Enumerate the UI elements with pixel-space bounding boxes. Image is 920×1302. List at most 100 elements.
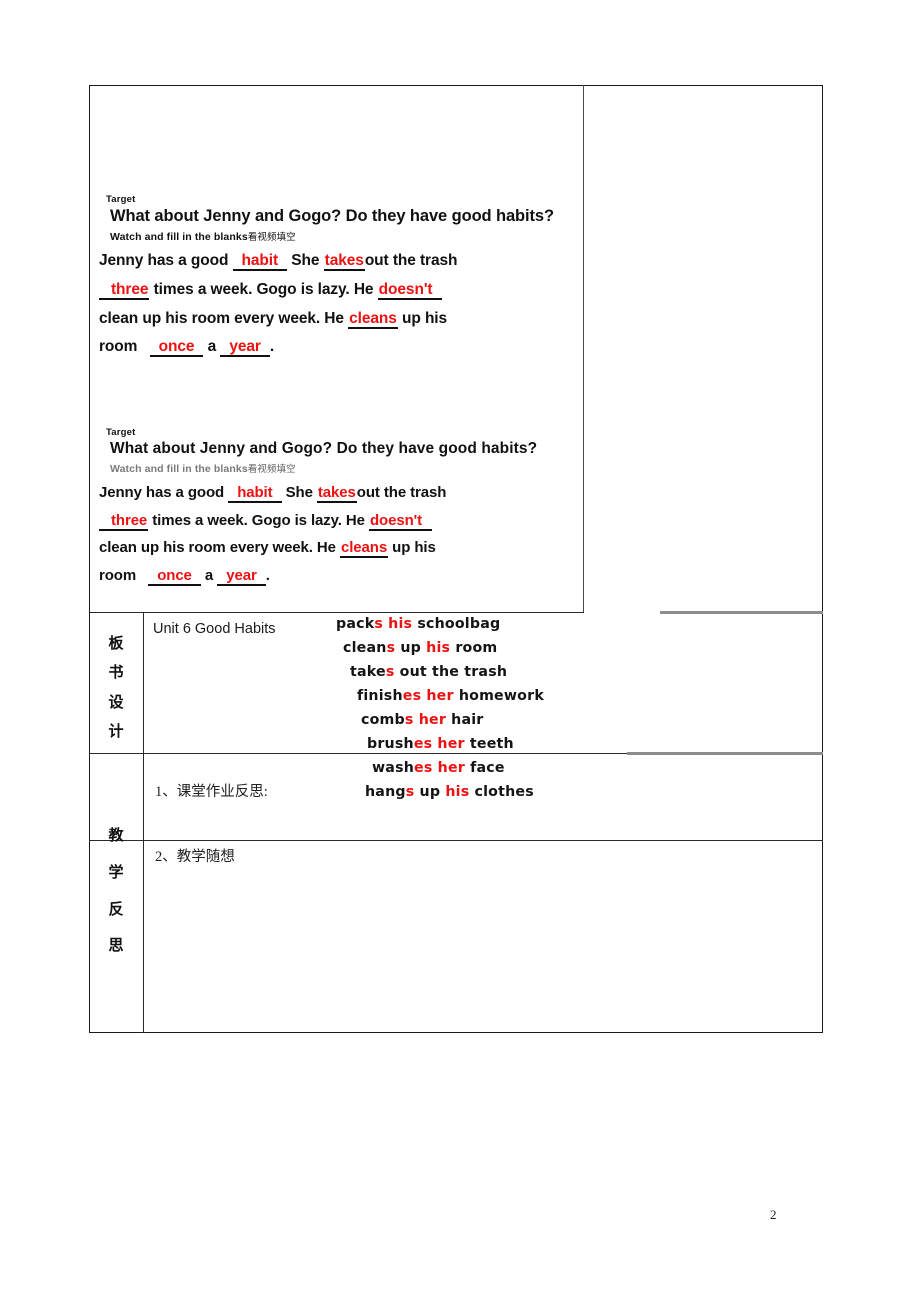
slide-block-2: Target What about Jenny and Gogo? Do the… [99,427,577,590]
passage-seg-2-b: She [285,484,313,502]
reflect-char-2: 反 [108,901,124,918]
passage-blank-once-2: once [148,567,201,587]
passage-seg-9-b: . [265,567,270,585]
phrase-pronoun: her [437,760,465,776]
reflection-item-1: 1、课堂作业反思: [155,784,268,800]
passage-seg-4: times a week. Gogo is lazy. He [153,280,374,298]
label-char-2: 设 [108,694,124,711]
phrase-verb-stem: pack [336,616,375,632]
phrase-line: brushes her teeth [336,732,636,756]
passage-seg-2: She [291,252,320,270]
phrase-verb-stem: finish [357,688,403,704]
phrase-line: washes her face [336,756,636,780]
phrase-pronoun: her [426,688,454,704]
passage-seg-1: Jenny has a good [99,252,229,270]
phrase-line: packs his schoolbag [336,612,636,636]
phrase-line: takes out the trash [336,660,636,684]
table-vertical-divider-label-column [143,613,145,1033]
label-char-3: 计 [108,723,124,740]
slide-block-1: Target What about Jenny and Gogo? Do the… [99,194,577,362]
slide-instruction-cn-2: 看视频填空 [247,464,296,476]
reflect-char-3: 思 [108,938,124,955]
passage-seg-9: . [269,338,275,356]
phrase-verb-suffix: s [404,712,414,728]
table-row-rule-1-right [660,611,823,614]
slide-instruction: Watch and fill in the blanks看视频填空 [110,229,577,243]
slide-passage: Jenny has a good habit She takesout the … [99,247,577,361]
phrase-verb-suffix: es [414,760,433,776]
passage-blank-takes-2: takes [316,484,357,504]
phrase-object: teeth [464,736,514,752]
phrase-list: packs his schoolbag cleans up his room tak… [336,612,636,804]
slide-instruction-cn: 看视频填空 [247,232,296,244]
phrase-verb-stem: wash [372,760,415,776]
passage-blank-habit-2: habit [228,484,282,504]
slide-question: What about Jenny and Gogo? Do they have … [110,207,554,225]
label-char-0: 板 [108,636,124,652]
row-label-teaching-reflection: 教 学 反 思 [89,818,143,965]
slide-target-label: Target [106,194,136,205]
passage-seg-7: room [99,338,138,356]
document-page: Target What about Jenny and Gogo? Do the… [0,0,920,1302]
passage-blank-three: three [99,280,150,300]
phrase-line: cleans up his room [336,636,636,660]
phrase-verb-suffix: s [385,664,395,680]
phrase-verb-suffix: es [413,736,433,752]
phrase-verb-stem: clean [343,640,387,656]
passage-seg-6: up his [402,309,448,327]
phrase-line: finishes her homework [336,684,636,708]
table-row-rule-2-right [627,752,823,755]
passage-seg-8-b: a [204,567,214,585]
passage-blank-once: once [149,338,204,358]
row-label-blackboard-design: 板 书 设 计 [89,630,143,747]
slide-question-2: What about Jenny and Gogo? Do they have … [110,440,538,457]
slide-passage-2: Jenny has a good habit She takesout the … [99,479,577,589]
passage-blank-cleans: cleans [348,309,398,329]
phrase-verb-stem: take [350,664,386,680]
passage-blank-takes: takes [323,252,365,272]
phrase-object: face [464,760,505,776]
phrase-pronoun: his [388,616,413,632]
phrase-verb-suffix: s [386,640,396,656]
phrase-middle: up [395,640,427,656]
phrase-middle: out the trash [394,664,508,680]
passage-seg-6-b: up his [392,539,436,557]
phrase-pronoun: his [445,784,470,800]
passage-seg-1-b: Jenny has a good [99,484,225,502]
passage-seg-7-b: room [99,567,137,585]
phrase-pronoun: his [426,640,451,656]
phrase-object: room [450,640,498,656]
phrase-pronoun: her [437,736,465,752]
passage-seg-5-b: clean up his room every week. He [99,539,336,557]
label-char-1: 书 [108,665,124,682]
page-number: 2 [770,1207,777,1222]
reflection-item-2: 2、教学随想 [155,849,235,865]
phrase-verb-stem: brush [367,736,414,752]
passage-blank-habit: habit [232,252,288,272]
phrase-middle: up [414,784,446,800]
phrase-verb-suffix: es [402,688,422,704]
passage-blank-cleans-2: cleans [339,539,389,559]
phrase-verb-suffix: s [374,616,384,632]
slide-target-label-2: Target [106,427,136,438]
slide-instruction-en-2: Watch and fill in the blanks [110,463,248,476]
phrase-object: clothes [469,784,534,800]
phrase-verb-stem: hang [365,784,406,800]
unit-title: Unit 6 Good Habits [153,621,276,637]
passage-blank-year: year [220,338,270,358]
slide-instruction-2: Watch and fill in the blanks看视频填空 [110,461,577,475]
phrase-object: homework [453,688,544,704]
passage-blank-three-2: three [99,511,149,531]
phrase-object: hair [446,712,484,728]
passage-seg-3-b: out the trash [356,484,447,502]
table-vertical-divider-top [583,85,584,613]
phrase-line: combs her hair [336,708,636,732]
passage-blank-doesnt: doesn't [377,280,443,300]
reflect-char-1: 学 [108,864,124,881]
phrase-pronoun: her [418,712,447,728]
passage-seg-8: a [207,338,217,356]
phrase-object: schoolbag [412,616,501,632]
passage-blank-year-2: year [217,567,266,587]
phrase-verb-stem: comb [361,712,405,728]
passage-blank-doesnt-2: doesn't [368,511,433,531]
